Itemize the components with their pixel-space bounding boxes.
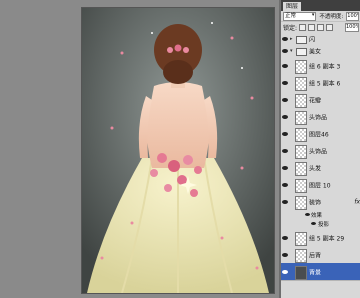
- layer-row-selected[interactable]: 背景: [281, 263, 360, 281]
- folder-icon: [296, 48, 307, 56]
- layer-row[interactable]: 图层 10: [281, 176, 360, 194]
- lock-image-icon[interactable]: [308, 24, 316, 31]
- layer-row[interactable]: 装饰 fx: [281, 193, 360, 211]
- layers-panel: 图层 正常 不透明度: 100% 锁定: 100% ▸ 闪 ▾ 美女 组 6 副…: [280, 0, 360, 298]
- layer-row[interactable]: 头饰品: [281, 142, 360, 160]
- layer-thumbnail: [295, 231, 307, 246]
- visibility-eye-icon[interactable]: [282, 80, 288, 85]
- visibility-eye-icon[interactable]: [282, 252, 288, 257]
- fill-input[interactable]: 100%: [345, 23, 359, 32]
- tab-layers[interactable]: 图层: [283, 2, 302, 11]
- layer-name: 头饰品: [309, 114, 328, 121]
- effects-label: 效果: [311, 213, 323, 219]
- effects-row[interactable]: 效果: [281, 210, 360, 219]
- lock-position-icon[interactable]: [317, 24, 325, 31]
- effect-item-row[interactable]: 投影: [281, 219, 360, 228]
- lock-all-icon[interactable]: [326, 24, 334, 31]
- visibility-eye-icon[interactable]: [311, 222, 316, 225]
- effect-item-label: 投影: [318, 222, 330, 228]
- visibility-eye-icon[interactable]: [282, 148, 288, 153]
- layer-row[interactable]: 组 6 副本 3: [281, 57, 360, 75]
- layer-name: 后背: [309, 252, 322, 259]
- layer-options-row: 正常 不透明度: 100%: [281, 11, 360, 22]
- layer-row[interactable]: 头发: [281, 159, 360, 177]
- opacity-input[interactable]: 100%: [346, 11, 359, 21]
- layer-name: 背景: [309, 269, 322, 276]
- visibility-eye-icon[interactable]: [282, 182, 288, 187]
- layers-list: ▸ 闪 ▾ 美女 组 6 副本 3 组 5 副本 6 花瓣 头饰品 图层46 头…: [281, 33, 360, 298]
- visibility-eye-icon[interactable]: [282, 63, 288, 68]
- document-workspace: [0, 0, 280, 298]
- layer-thumbnail: [295, 59, 307, 74]
- layer-name: 装饰: [309, 199, 322, 206]
- layer-thumbnail: [295, 127, 307, 142]
- layer-thumbnail: [295, 93, 307, 108]
- layer-name: 组 5 副本 6: [309, 80, 341, 87]
- layer-thumbnail: [295, 178, 307, 193]
- layer-row[interactable]: 组 5 副本 6: [281, 74, 360, 92]
- lock-label: 锁定:: [283, 25, 298, 32]
- artwork-illustration: [82, 8, 274, 293]
- expand-arrow-icon[interactable]: ▾: [290, 48, 293, 54]
- layer-name: 头发: [309, 165, 322, 172]
- layer-name: 组 5 副本 29: [309, 235, 345, 242]
- visibility-eye-icon[interactable]: [305, 213, 310, 216]
- visibility-eye-icon[interactable]: [282, 235, 288, 240]
- layer-name: 花瓣: [309, 97, 322, 104]
- layer-thumbnail: [295, 144, 307, 159]
- visibility-eye-icon[interactable]: [282, 165, 288, 170]
- layer-name: 组 6 副本 3: [309, 63, 341, 70]
- layer-thumbnail: [295, 195, 307, 210]
- layer-name: 图层 10: [309, 182, 331, 189]
- layer-row[interactable]: 后背: [281, 246, 360, 264]
- opacity-label: 不透明度:: [319, 14, 344, 20]
- visibility-eye-icon[interactable]: [282, 49, 288, 53]
- layer-name: 美女: [309, 48, 322, 56]
- layer-thumbnail: [295, 76, 307, 91]
- layer-thumbnail: [295, 248, 307, 263]
- visibility-eye-icon[interactable]: [282, 199, 288, 204]
- visibility-eye-icon[interactable]: [282, 37, 288, 41]
- layer-row[interactable]: 花瓣: [281, 91, 360, 109]
- visibility-eye-icon[interactable]: [282, 97, 288, 102]
- panel-tabbar: 图层: [281, 0, 360, 11]
- document-canvas[interactable]: [82, 8, 274, 293]
- layer-row[interactable]: 组 5 副本 29: [281, 229, 360, 247]
- blend-mode-select[interactable]: 正常: [283, 11, 317, 21]
- layer-thumbnail: [295, 161, 307, 176]
- layer-name: 闪: [309, 36, 316, 44]
- lock-transparency-icon[interactable]: [299, 24, 307, 31]
- visibility-eye-icon[interactable]: [282, 131, 288, 136]
- collapse-arrow-icon[interactable]: ▸: [290, 36, 293, 42]
- visibility-eye-icon[interactable]: [282, 269, 288, 274]
- layer-row[interactable]: 图层46: [281, 125, 360, 143]
- visibility-eye-icon[interactable]: [282, 114, 288, 119]
- layer-thumbnail: [295, 265, 307, 280]
- layer-thumbnail: [295, 110, 307, 125]
- layer-row[interactable]: 头饰品: [281, 108, 360, 126]
- folder-icon: [296, 36, 307, 44]
- layer-name: 头饰品: [309, 148, 328, 155]
- effects-icon[interactable]: fx: [354, 198, 360, 205]
- layer-name: 图层46: [309, 131, 329, 138]
